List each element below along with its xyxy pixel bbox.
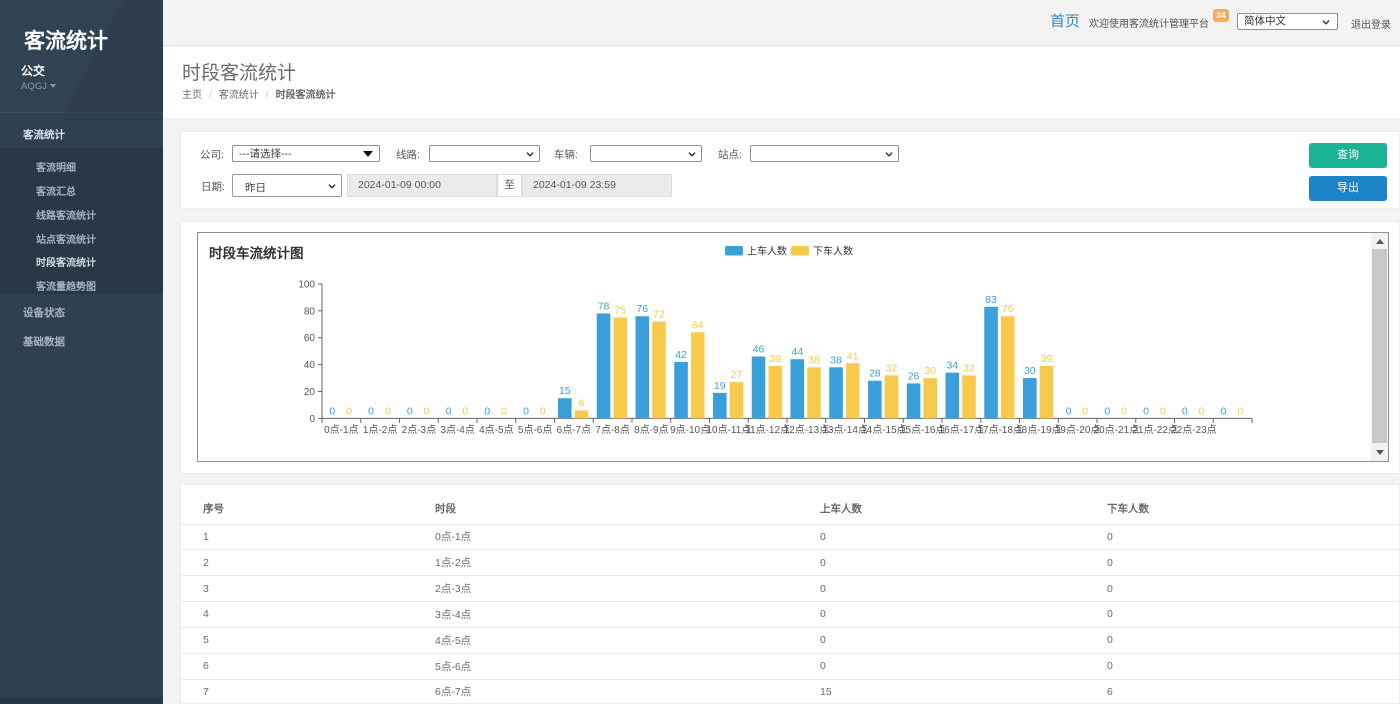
svg-text:0: 0 <box>540 405 546 417</box>
svg-text:0: 0 <box>424 405 430 417</box>
svg-text:0: 0 <box>407 405 413 417</box>
svg-text:32: 32 <box>886 362 898 374</box>
svg-text:6: 6 <box>579 397 585 409</box>
svg-text:0: 0 <box>501 405 507 417</box>
svg-text:7点-8点: 7点-8点 <box>595 424 629 436</box>
svg-text:9点-10点: 9点-10点 <box>670 424 710 436</box>
svg-text:80: 80 <box>304 306 316 317</box>
svg-text:20: 20 <box>304 387 316 398</box>
svg-text:72: 72 <box>653 309 665 321</box>
svg-text:39: 39 <box>1041 353 1053 365</box>
svg-text:6点-7点: 6点-7点 <box>557 424 591 436</box>
svg-text:38: 38 <box>830 354 842 366</box>
svg-text:19: 19 <box>714 380 726 392</box>
svg-text:60: 60 <box>304 333 316 344</box>
svg-text:0: 0 <box>1221 405 1227 417</box>
svg-text:44: 44 <box>791 346 803 358</box>
svg-text:32: 32 <box>963 362 975 374</box>
svg-text:40: 40 <box>304 360 316 371</box>
svg-text:5点-6点: 5点-6点 <box>518 424 552 436</box>
svg-text:28: 28 <box>869 368 881 380</box>
svg-text:1点-2点: 1点-2点 <box>363 424 397 436</box>
svg-text:0: 0 <box>1199 405 1205 417</box>
svg-text:0: 0 <box>309 414 315 425</box>
svg-text:0: 0 <box>484 405 490 417</box>
svg-text:0: 0 <box>1082 405 1088 417</box>
svg-text:0: 0 <box>1143 405 1149 417</box>
svg-text:0: 0 <box>1182 405 1188 417</box>
svg-text:0: 0 <box>1237 405 1243 417</box>
svg-text:0: 0 <box>462 405 468 417</box>
svg-text:下车人数: 下车人数 <box>813 245 853 258</box>
svg-text:46: 46 <box>753 344 765 356</box>
svg-text:38: 38 <box>808 354 820 366</box>
svg-text:上车人数: 上车人数 <box>747 245 787 258</box>
svg-text:64: 64 <box>692 319 704 331</box>
svg-text:76: 76 <box>636 303 648 315</box>
svg-text:4点-5点: 4点-5点 <box>479 424 513 436</box>
svg-text:0: 0 <box>368 405 374 417</box>
svg-text:30: 30 <box>1024 365 1036 377</box>
svg-text:0: 0 <box>1121 405 1127 417</box>
svg-text:76: 76 <box>1002 303 1014 315</box>
svg-text:2点-3点: 2点-3点 <box>402 424 436 436</box>
svg-text:83: 83 <box>985 294 997 306</box>
svg-text:27: 27 <box>731 369 743 381</box>
svg-text:0: 0 <box>446 405 452 417</box>
svg-text:42: 42 <box>675 349 687 361</box>
svg-text:78: 78 <box>598 300 610 312</box>
svg-text:26: 26 <box>908 370 920 382</box>
svg-text:0: 0 <box>523 405 529 417</box>
svg-text:0: 0 <box>385 405 391 417</box>
svg-text:0: 0 <box>1066 405 1072 417</box>
svg-text:0点-1点: 0点-1点 <box>324 424 358 436</box>
svg-text:0: 0 <box>346 405 352 417</box>
svg-text:0: 0 <box>329 405 335 417</box>
svg-text:15: 15 <box>559 385 571 397</box>
svg-text:100: 100 <box>298 279 315 290</box>
svg-text:30: 30 <box>924 365 936 377</box>
svg-text:22点-23点: 22点-23点 <box>1171 424 1217 436</box>
svg-text:34: 34 <box>946 360 958 372</box>
svg-text:39: 39 <box>769 353 781 365</box>
svg-text:75: 75 <box>614 305 626 317</box>
svg-text:3点-4点: 3点-4点 <box>440 424 474 436</box>
svg-text:0: 0 <box>1104 405 1110 417</box>
svg-text:0: 0 <box>1160 405 1166 417</box>
svg-text:8点-9点: 8点-9点 <box>634 424 668 436</box>
svg-text:41: 41 <box>847 350 859 362</box>
